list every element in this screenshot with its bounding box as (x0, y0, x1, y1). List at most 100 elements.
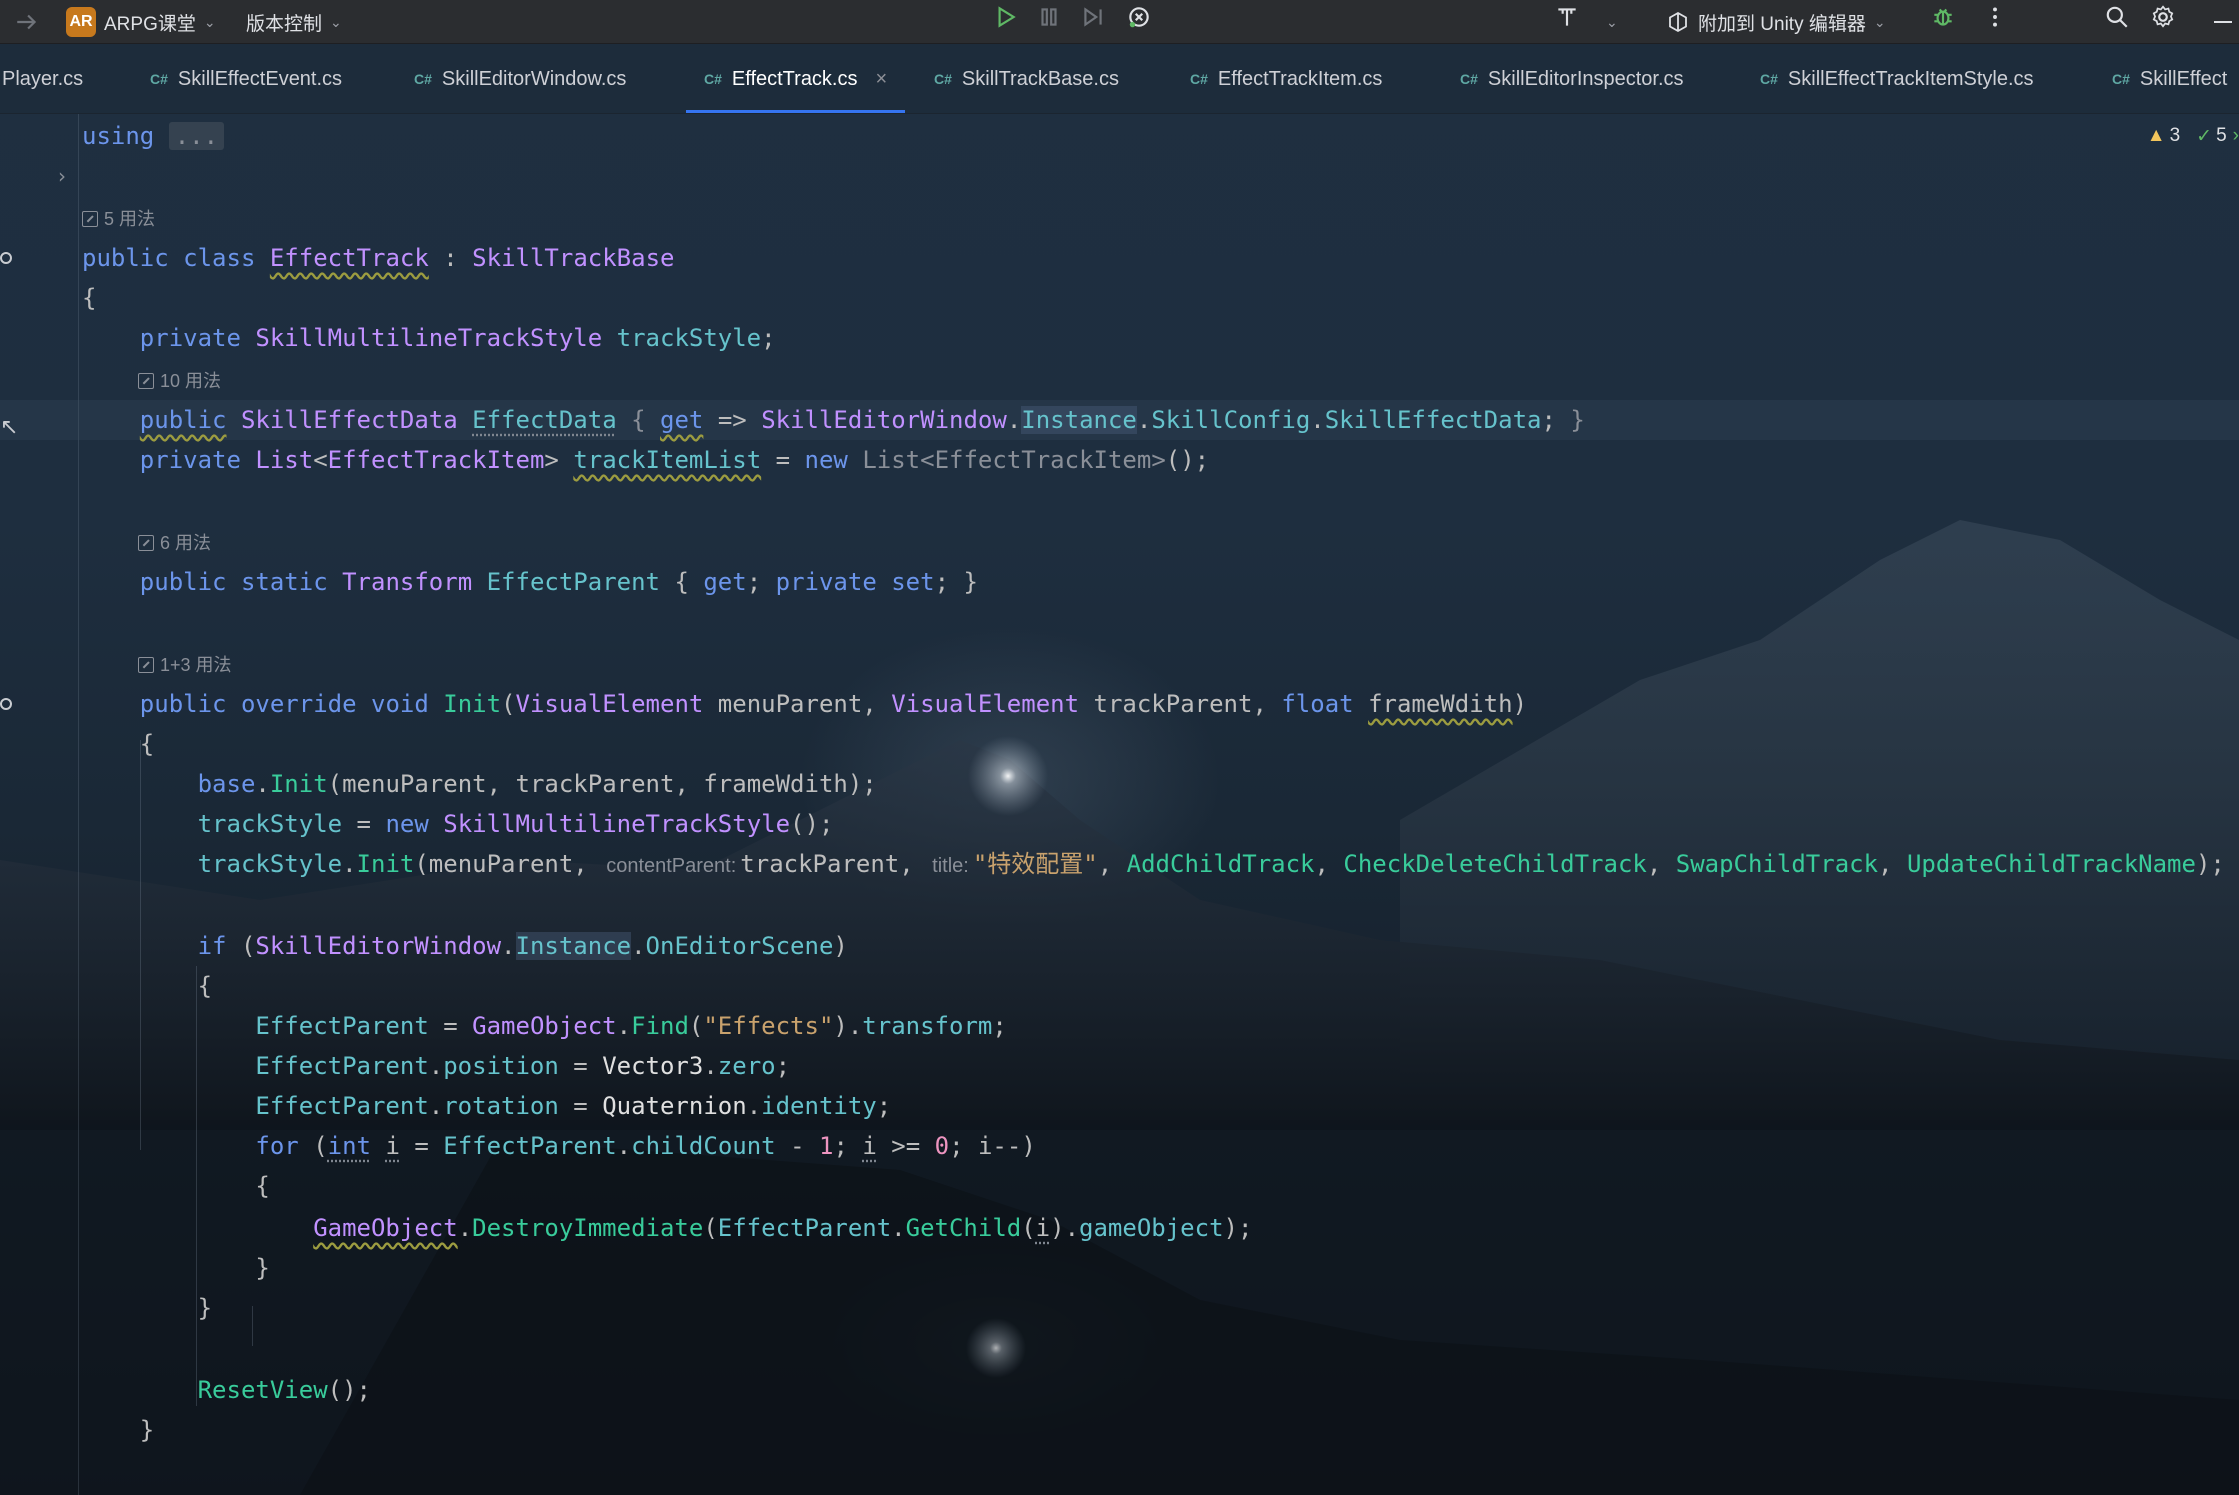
title-string: "特效配置" (972, 850, 1098, 878)
project-switcher[interactable]: AR ARPG课堂 ⌄ (66, 0, 216, 44)
ok-count: 5 (2216, 125, 2227, 146)
code-line[interactable]: public override void Init(VisualElement … (0, 684, 2239, 724)
attach-unity-button[interactable]: 附加到 Unity 编辑器 ⌄ (1666, 0, 1886, 44)
parameter-hint: title: (932, 855, 969, 877)
usages-hint[interactable]: 1+3 用法 (138, 650, 232, 680)
debug-attach-icon[interactable] (1122, 0, 1156, 34)
tab-effect-track-item[interactable]: C# EffectTrackItem.cs (1190, 44, 1383, 113)
code-line[interactable]: } (0, 1288, 2239, 1328)
attach-label: 附加到 Unity 编辑器 (1698, 13, 1866, 35)
tab-effect-track[interactable]: C# EffectTrack.cs × (686, 44, 906, 113)
code-line[interactable]: private List<EffectTrackItem> trackItemL… (0, 440, 2239, 480)
attach-icon (1669, 11, 1687, 33)
run-icon[interactable] (988, 0, 1022, 34)
tab-label: EffectTrackItem.cs (1217, 67, 1383, 90)
vcs-label: 版本控制 (246, 13, 323, 35)
csharp-file-icon: C# (1760, 71, 1778, 87)
csharp-file-icon: C# (150, 71, 168, 87)
code-line[interactable]: GameObject.DestroyImmediate(EffectParent… (0, 1208, 2239, 1248)
usages-icon (82, 211, 98, 227)
tab-label: SkillEffectTrackItemStyle.cs (1787, 67, 2034, 90)
bug-icon[interactable] (1926, 0, 1960, 34)
using-keyword: using (82, 122, 155, 150)
tab-label: SkillEffect (2139, 67, 2228, 90)
implemented-marker-icon[interactable] (0, 252, 12, 264)
code-line[interactable]: } (0, 1410, 2239, 1450)
usages-icon (138, 535, 154, 551)
check-icon: ✓ (2196, 125, 2213, 147)
build-icon[interactable] (1550, 0, 1584, 34)
usages-hint[interactable]: 10 用法 (138, 366, 221, 396)
code-line[interactable]: EffectParent.rotation = Quaternion.ident… (0, 1086, 2239, 1126)
minimize-icon[interactable] (2212, 0, 2234, 44)
code-line[interactable]: if (SkillEditorWindow.Instance.OnEditorS… (0, 926, 2239, 966)
tab-player[interactable]: Player.cs (2, 44, 84, 113)
project-badge: AR (66, 7, 96, 37)
warning-icon: ▲ (2146, 125, 2166, 146)
tab-label: EffectTrack.cs (731, 67, 858, 90)
csharp-file-icon: C# (704, 71, 722, 87)
code-editor[interactable]: ▲ 3 ✓ 5 › › using ... 5 用法 public class … (0, 114, 2239, 1495)
csharp-file-icon: C# (1460, 71, 1478, 87)
tab-label: Player.cs (2, 67, 84, 90)
code-line[interactable]: ↖ public SkillEffectData EffectData { ge… (0, 400, 2239, 440)
usages-hint[interactable]: 5 用法 (82, 204, 155, 234)
code-line[interactable]: for (int i = EffectParent.childCount - 1… (0, 1126, 2239, 1166)
csharp-file-icon: C# (1190, 71, 1208, 87)
tab-skill-effect-track-item-style[interactable]: C# SkillEffectTrackItemStyle.cs (1760, 44, 2034, 113)
code-line[interactable]: trackStyle.Init(menuParent, contentParen… (0, 844, 2239, 884)
csharp-file-icon: C# (414, 71, 432, 87)
code-line[interactable]: { (0, 278, 2239, 318)
editor-tabs: Player.cs C# SkillEffectEvent.cs C# Skil… (0, 44, 2239, 114)
tab-label: SkillTrackBase.cs (961, 67, 1119, 90)
warning-count: 3 (2169, 125, 2181, 146)
usages-hint[interactable]: 6 用法 (138, 528, 211, 558)
code-line[interactable]: EffectParent.position = Vector3.zero; (0, 1046, 2239, 1086)
usages-icon (138, 657, 154, 673)
chevron-down-icon: ⌄ (1873, 13, 1886, 30)
project-name: ARPG课堂 (104, 13, 196, 35)
code-line-using[interactable]: › using ... (0, 116, 2239, 188)
csharp-file-icon: C# (2112, 71, 2130, 87)
tab-label: SkillEditorWindow.cs (441, 67, 627, 90)
pause-icon[interactable] (1032, 0, 1066, 34)
back-arrow-icon[interactable] (14, 0, 40, 44)
usages-icon (138, 373, 154, 389)
chevron-right-icon: › (2232, 125, 2239, 146)
csharp-file-icon: C# (934, 71, 952, 87)
tab-skill-editor-inspector[interactable]: C# SkillEditorInspector.cs (1460, 44, 1684, 113)
code-line[interactable]: EffectParent = GameObject.Find("Effects"… (0, 1006, 2239, 1046)
code-line[interactable]: { (0, 724, 2239, 764)
code-line[interactable]: public class EffectTrack : SkillTrackBas… (0, 238, 2239, 278)
chevron-down-icon: ⌄ (330, 13, 342, 30)
code-line[interactable]: { (0, 966, 2239, 1006)
override-marker-icon[interactable] (0, 698, 12, 710)
step-icon[interactable] (1076, 0, 1110, 34)
tab-label: SkillEffectEvent.cs (177, 67, 343, 90)
close-icon[interactable]: × (876, 68, 888, 91)
parameter-hint: contentParent: (606, 855, 737, 877)
more-icon[interactable] (1978, 0, 2012, 34)
code-line[interactable]: } (0, 1248, 2239, 1288)
tab-skill-track-base[interactable]: C# SkillTrackBase.cs (934, 44, 1119, 113)
tab-skill-editor-window[interactable]: C# SkillEditorWindow.cs (414, 44, 627, 113)
chevron-down-icon: ⌄ (203, 13, 216, 30)
folded-imports[interactable]: ... (168, 122, 225, 150)
effects-string: "Effects" (703, 1012, 834, 1040)
fold-arrow-icon[interactable]: › (58, 156, 66, 196)
tab-skill-effect[interactable]: C# SkillEffect (2112, 44, 2228, 113)
code-line[interactable]: base.Init(menuParent, trackParent, frame… (0, 764, 2239, 804)
vcs-menu[interactable]: 版本控制 ⌄ (246, 0, 342, 44)
code-line[interactable]: { (0, 1166, 2239, 1206)
code-line[interactable]: private SkillMultilineTrackStyle trackSt… (0, 318, 2239, 358)
settings-icon[interactable] (2146, 0, 2180, 34)
search-icon[interactable] (2100, 0, 2134, 34)
code-line[interactable]: trackStyle = new SkillMultilineTrackStyl… (0, 804, 2239, 844)
title-bar: AR ARPG课堂 ⌄ 版本控制 ⌄ ⌄ 附加到 Unity 编辑器 ⌄ (0, 0, 2239, 44)
code-line[interactable]: public static Transform EffectParent { g… (0, 562, 2239, 602)
chevron-down-icon[interactable]: ⌄ (1606, 0, 1618, 44)
code-line[interactable]: ResetView(); (0, 1370, 2239, 1410)
tab-label: SkillEditorInspector.cs (1487, 67, 1684, 90)
tab-skill-effect-event[interactable]: C# SkillEffectEvent.cs (150, 44, 343, 113)
inspection-widget[interactable]: ▲ 3 ✓ 5 › (2147, 122, 2239, 150)
